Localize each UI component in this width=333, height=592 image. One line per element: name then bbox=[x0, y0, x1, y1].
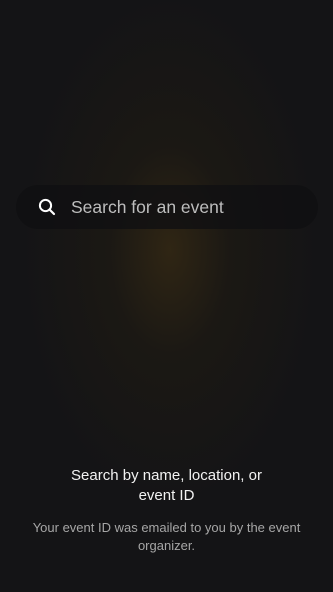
hint-subtitle: Your event ID was emailed to you by the … bbox=[32, 520, 301, 553]
search-bar[interactable] bbox=[16, 185, 318, 229]
hint-title: Search by name, location, or event ID bbox=[71, 467, 262, 504]
search-input[interactable] bbox=[71, 187, 318, 227]
search-hint: Search by name, location, or event ID Yo… bbox=[0, 466, 333, 555]
event-search-screen: Search by name, location, or event ID Yo… bbox=[0, 0, 333, 592]
search-icon bbox=[37, 197, 57, 217]
